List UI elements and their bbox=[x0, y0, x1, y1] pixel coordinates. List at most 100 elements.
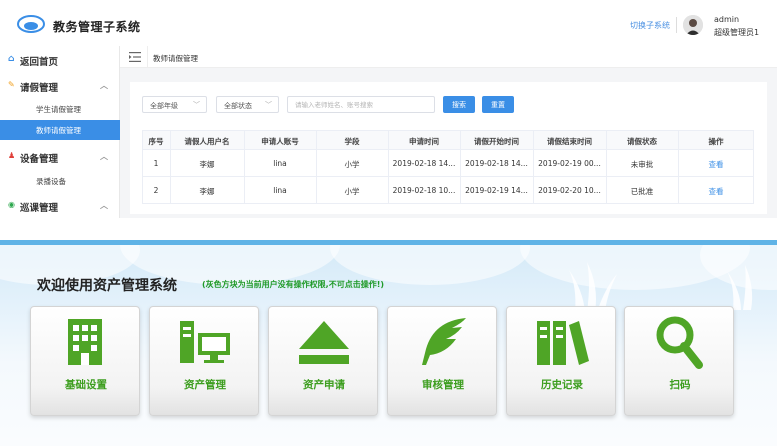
sidebar-group-device[interactable]: ♟ 设备管理 ︿ bbox=[0, 149, 120, 165]
sidebar-home[interactable]: ⌂ 返回首页 bbox=[0, 52, 120, 68]
column-header: 申请时间 bbox=[409, 137, 439, 146]
building-icon bbox=[68, 319, 102, 365]
table-border bbox=[533, 130, 534, 204]
chevron-down-icon: ﹀ bbox=[193, 101, 200, 109]
app-title: 教务管理子系统 bbox=[53, 20, 141, 34]
sidebar-item-label: 学生请假管理 bbox=[36, 105, 81, 114]
tile-asset-request[interactable]: 资产申请 bbox=[268, 306, 378, 416]
search-input[interactable] bbox=[287, 96, 435, 113]
column-header: 请假结束时间 bbox=[547, 137, 592, 146]
table-border bbox=[244, 130, 245, 204]
grade-select-value: 全部年级 bbox=[150, 102, 178, 110]
sidebar-item-recording-device[interactable]: 录播设备 bbox=[0, 172, 120, 190]
breadcrumb: 教师请假管理 bbox=[153, 54, 198, 63]
user-role: 超级管理员1 bbox=[714, 28, 760, 37]
books-icon bbox=[537, 321, 589, 365]
tile-label: 审核管理 bbox=[422, 379, 464, 391]
tile-label: 资产管理 bbox=[184, 379, 226, 391]
tile-asset-management[interactable]: 资产管理 bbox=[149, 306, 259, 416]
panel-top-border bbox=[0, 240, 777, 245]
table-row: 1 李娜 lina 小学 2019-02-18 14... 2019-02-18… bbox=[142, 150, 754, 177]
cell-username: 李娜 bbox=[199, 160, 215, 169]
table-border bbox=[142, 130, 143, 204]
tile-label: 资产申请 bbox=[303, 379, 345, 391]
menu-collapse-icon[interactable] bbox=[129, 52, 141, 62]
cell-account: lina bbox=[273, 159, 287, 168]
home-icon: ⌂ bbox=[8, 54, 15, 64]
sidebar-item-student-leave[interactable]: 学生请假管理 bbox=[0, 100, 120, 118]
cell-apply-time: 2019-02-18 10... bbox=[392, 186, 456, 195]
user-name: admin bbox=[714, 15, 740, 24]
status-select[interactable]: 全部状态 ﹀ bbox=[216, 96, 279, 113]
cell-apply-time: 2019-02-18 14... bbox=[392, 159, 456, 168]
table-header-row: 序号 请假人用户名 申请人账号 学段 申请时间 请假开始时间 请假结束时间 请假… bbox=[142, 130, 754, 150]
sidebar-group-leave[interactable]: ✎ 请假管理 ︿ bbox=[0, 78, 120, 94]
table-row: 2 李娜 lina 小学 2019-02-18 10... 2019-02-19… bbox=[142, 177, 754, 204]
cell-end-time: 2019-02-19 00... bbox=[538, 159, 601, 168]
sidebar-home-label: 返回首页 bbox=[20, 57, 59, 68]
table-border bbox=[170, 130, 171, 204]
sidebar-group-inspection[interactable]: ◉ 巡课管理 ︿ bbox=[0, 198, 120, 214]
table-border bbox=[753, 130, 754, 204]
column-header: 学段 bbox=[344, 137, 360, 146]
column-header: 操作 bbox=[708, 137, 724, 146]
leave-icon: ✎ bbox=[8, 80, 15, 89]
cell-stage: 小学 bbox=[344, 160, 360, 169]
sidebar-group-label: 请假管理 bbox=[20, 83, 59, 94]
cell-start-time: 2019-02-19 14... bbox=[465, 186, 528, 195]
chevron-up-icon: ︿ bbox=[100, 152, 108, 161]
grade-select[interactable]: 全部年级 ﹀ bbox=[142, 96, 207, 113]
grass-decoration-icon bbox=[569, 262, 617, 312]
column-header: 序号 bbox=[148, 137, 164, 146]
cell-status: 未审批 bbox=[630, 160, 654, 169]
sidebar-item-label: 录播设备 bbox=[36, 177, 66, 186]
cell-end-time: 2019-02-20 10... bbox=[538, 186, 601, 195]
reset-button[interactable]: 重置 bbox=[482, 96, 514, 113]
chevron-up-icon: ︿ bbox=[100, 201, 108, 210]
eject-icon bbox=[299, 321, 349, 364]
cell-index: 2 bbox=[153, 186, 159, 195]
status-select-value: 全部状态 bbox=[224, 102, 252, 110]
tile-label: 基础设置 bbox=[65, 379, 107, 391]
search-button[interactable]: 搜索 bbox=[443, 96, 475, 113]
header-divider bbox=[676, 17, 677, 33]
column-header: 请假开始时间 bbox=[474, 137, 519, 146]
table-border bbox=[678, 130, 679, 204]
sidebar-group-label: 设备管理 bbox=[20, 154, 59, 165]
column-header: 请假状态 bbox=[627, 137, 657, 146]
table-border bbox=[460, 130, 461, 204]
breadcrumb-bar bbox=[120, 46, 777, 68]
switch-subsystem-link[interactable]: 切换子系统 bbox=[630, 20, 670, 31]
logo-icon bbox=[17, 15, 45, 33]
breadcrumb-divider bbox=[147, 46, 148, 68]
feather-icon bbox=[422, 318, 466, 365]
sidebar: ⌂ 返回首页 ✎ 请假管理 ︿ 学生请假管理 教师请假管理 ♟ 设备管理 ︿ 录… bbox=[0, 46, 120, 218]
table-border bbox=[388, 130, 389, 204]
cell-username: 李娜 bbox=[199, 187, 215, 196]
tile-scan-code[interactable]: 扫码 bbox=[624, 306, 734, 416]
chevron-up-icon: ︿ bbox=[100, 81, 108, 90]
table-border bbox=[606, 130, 607, 204]
tile-label: 扫码 bbox=[669, 379, 691, 391]
view-link[interactable]: 查看 bbox=[678, 186, 754, 197]
tile-label: 历史记录 bbox=[541, 379, 583, 391]
tile-review-management[interactable]: 审核管理 bbox=[387, 306, 497, 416]
permission-notice: (灰色方块为当前用户没有操作权限,不可点击操作!) bbox=[202, 280, 384, 289]
cell-account: lina bbox=[273, 186, 287, 195]
avatar[interactable] bbox=[683, 15, 703, 35]
welcome-title: 欢迎使用资产管理系统 bbox=[37, 278, 177, 294]
grass-decoration-icon bbox=[727, 265, 753, 310]
table-border bbox=[316, 130, 317, 204]
user-icon: ♟ bbox=[8, 151, 16, 160]
sidebar-item-label: 教师请假管理 bbox=[36, 126, 81, 135]
tile-history[interactable]: 历史记录 bbox=[506, 306, 616, 416]
cell-index: 1 bbox=[153, 159, 159, 168]
tile-basic-settings[interactable]: 基础设置 bbox=[30, 306, 140, 416]
view-link[interactable]: 查看 bbox=[678, 159, 754, 170]
sidebar-group-label: 巡课管理 bbox=[20, 203, 59, 214]
eye-icon: ◉ bbox=[8, 200, 15, 209]
cell-stage: 小学 bbox=[344, 187, 360, 196]
sidebar-item-teacher-leave[interactable]: 教师请假管理 bbox=[0, 120, 120, 140]
chevron-down-icon: ﹀ bbox=[265, 101, 272, 109]
cell-status: 已批准 bbox=[630, 187, 654, 196]
